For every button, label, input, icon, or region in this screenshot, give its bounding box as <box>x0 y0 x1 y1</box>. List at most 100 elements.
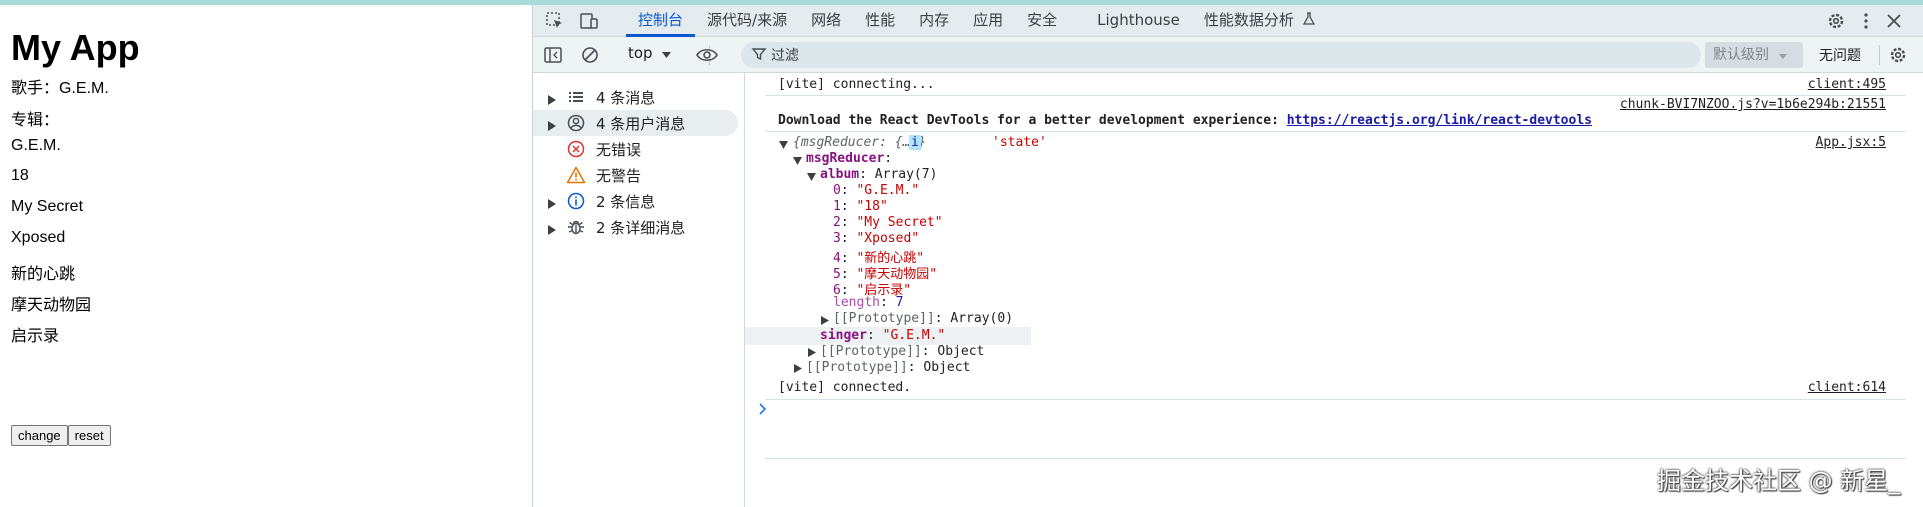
source-link[interactable]: App.jsx:5 <box>1816 135 1886 150</box>
watermark: 掘金技术社区 @ 新星_ <box>1657 467 1901 495</box>
sidebar-item-messages[interactable]: 4 条消息 <box>533 84 745 110</box>
tab-performance-insights[interactable]: 性能数据分析 <box>1192 5 1319 37</box>
message-text: [vite] connected. <box>778 380 912 395</box>
caret-down-icon <box>1779 42 1788 68</box>
toolbar-divider <box>1879 45 1880 65</box>
collapse-arrow-icon[interactable] <box>807 170 816 181</box>
singer-entry: singer: "G.E.M." <box>820 328 946 343</box>
array-prototype[interactable]: [[Prototype]]: Array(0) <box>833 311 1013 326</box>
change-button[interactable]: change <box>11 425 68 446</box>
expand-arrow-icon[interactable] <box>548 91 556 105</box>
console-settings-icon[interactable] <box>1888 45 1908 65</box>
album-item: My Secret <box>11 198 84 215</box>
sidebar-item-label: 2 条信息 <box>596 193 656 211</box>
more-options-icon[interactable] <box>1856 11 1876 31</box>
caret-down-icon <box>662 44 672 62</box>
object-preview[interactable]: {msgReducer: {…}} <box>793 135 926 150</box>
sidebar-toggle-icon[interactable] <box>543 45 563 65</box>
root-prototype[interactable]: [[Prototype]]: Object <box>806 360 970 375</box>
list-icon <box>566 87 586 107</box>
device-toolbar-icon[interactable] <box>579 11 599 31</box>
devtools-tabs: 控制台 源代码/来源 网络 性能 内存 应用 安全 Lighthouse 性能数… <box>626 5 1319 37</box>
log-level-label: 默认级别 <box>1713 47 1769 63</box>
console-prompt-icon[interactable] <box>759 403 767 419</box>
tab-console[interactable]: 控制台 <box>626 5 696 37</box>
reset-button[interactable]: reset <box>67 425 111 446</box>
sidebar-item-warnings[interactable]: 无警告 <box>533 162 745 188</box>
log-level-dropdown[interactable]: 默认级别 <box>1705 42 1803 68</box>
context-selector[interactable]: top <box>628 44 672 62</box>
bug-icon <box>566 217 586 237</box>
info-badge-icon[interactable]: i <box>909 135 921 150</box>
console-message: [vite] connecting... client:495 <box>745 73 1923 95</box>
page-title: My App <box>11 27 140 68</box>
message-text: Download the React DevTools for a better… <box>778 113 1592 128</box>
expand-arrow-icon[interactable] <box>821 314 829 325</box>
console-sidebar: 4 条消息 4 条用户消息 无错误 无警告 2 条信息 2 条详细消息 <box>533 73 745 507</box>
eye-icon[interactable] <box>696 45 718 65</box>
filter-funnel-icon <box>751 46 767 62</box>
tab-application[interactable]: 应用 <box>961 5 1015 37</box>
source-link[interactable]: client:614 <box>1808 380 1886 395</box>
state-string: 'state' <box>992 135 1047 150</box>
issues-counter[interactable]: 无问题 <box>1819 45 1861 65</box>
user-icon <box>566 113 586 133</box>
console-toolbar: top 过滤 默认级别 无问题 <box>533 37 1923 73</box>
sidebar-item-label: 4 条用户消息 <box>596 115 686 133</box>
sidebar-item-user-messages[interactable]: 4 条用户消息 <box>533 110 738 136</box>
tab-network[interactable]: 网络 <box>799 5 853 37</box>
album-item: 启示录 <box>11 328 60 345</box>
expand-arrow-icon[interactable] <box>808 346 816 357</box>
close-icon[interactable] <box>1884 11 1904 31</box>
inspect-element-icon[interactable] <box>545 11 565 31</box>
tab-memory[interactable]: 内存 <box>907 5 961 37</box>
album-item: 18 <box>11 167 29 184</box>
message-divider <box>765 399 1906 400</box>
album-entry: 1: "18" <box>833 199 888 214</box>
message-divider <box>765 458 1906 459</box>
sidebar-item-errors[interactable]: 无错误 <box>533 136 745 162</box>
source-link[interactable]: chunk-BVI7NZOO.js?v=1b6e294b:21551 <box>1620 97 1886 112</box>
expand-arrow-icon[interactable] <box>548 195 556 209</box>
clear-console-icon[interactable] <box>580 45 600 65</box>
app-page: My App 歌手：G.E.M. 专辑： G.E.M. 18 My Secret… <box>0 5 532 507</box>
console-output: [vite] connecting... client:495 chunk-BV… <box>745 73 1923 507</box>
msgreducer-key: msgReducer: <box>806 151 893 166</box>
tab-security[interactable]: 安全 <box>1015 5 1069 37</box>
tab-performance-insights-label: 性能数据分析 <box>1203 11 1294 29</box>
react-devtools-link[interactable]: https://reactjs.org/link/react-devtools <box>1287 113 1592 128</box>
flask-icon <box>1302 6 1315 36</box>
sidebar-item-label: 2 条详细消息 <box>596 219 686 237</box>
album-label: 专辑： <box>11 112 60 129</box>
sidebar-item-info[interactable]: 2 条信息 <box>533 188 745 214</box>
devtools-tabbar: 控制台 源代码/来源 网络 性能 内存 应用 安全 Lighthouse 性能数… <box>533 5 1923 37</box>
album-key: album: Array(7) <box>820 167 938 182</box>
warning-icon <box>566 165 586 185</box>
expand-arrow-icon[interactable] <box>548 117 556 131</box>
album-entry: 3: "Xposed" <box>833 231 920 246</box>
singer-line: 歌手：G.E.M. <box>11 80 109 97</box>
source-link[interactable]: client:495 <box>1808 77 1886 92</box>
collapse-arrow-icon[interactable] <box>793 154 802 165</box>
object-prototype[interactable]: [[Prototype]]: Object <box>820 344 984 359</box>
collapse-arrow-icon[interactable] <box>779 138 788 149</box>
error-icon <box>566 139 586 159</box>
tab-lighthouse[interactable]: Lighthouse <box>1085 5 1192 37</box>
album-entry: 0: "G.E.M." <box>833 183 920 198</box>
album-item: 摩天动物园 <box>11 297 92 314</box>
filter-input[interactable]: 过滤 <box>741 42 1701 68</box>
album-item: G.E.M. <box>11 137 61 154</box>
filter-placeholder: 过滤 <box>771 48 799 64</box>
console-message: chunk-BVI7NZOO.js?v=1b6e294b:21551 Downl… <box>745 95 1923 131</box>
tab-sources[interactable]: 源代码/来源 <box>695 5 799 37</box>
expand-arrow-icon[interactable] <box>794 362 802 373</box>
expand-arrow-icon[interactable] <box>548 221 556 235</box>
context-value: top <box>628 44 653 62</box>
settings-gear-icon[interactable] <box>1826 11 1846 31</box>
react-devtools-text: Download the React DevTools for a better… <box>778 113 1287 128</box>
info-icon <box>566 191 586 211</box>
sidebar-item-label: 4 条消息 <box>596 89 656 107</box>
button-group: change reset <box>11 425 111 446</box>
tab-performance[interactable]: 性能 <box>853 5 907 37</box>
sidebar-item-verbose[interactable]: 2 条详细消息 <box>533 214 745 240</box>
